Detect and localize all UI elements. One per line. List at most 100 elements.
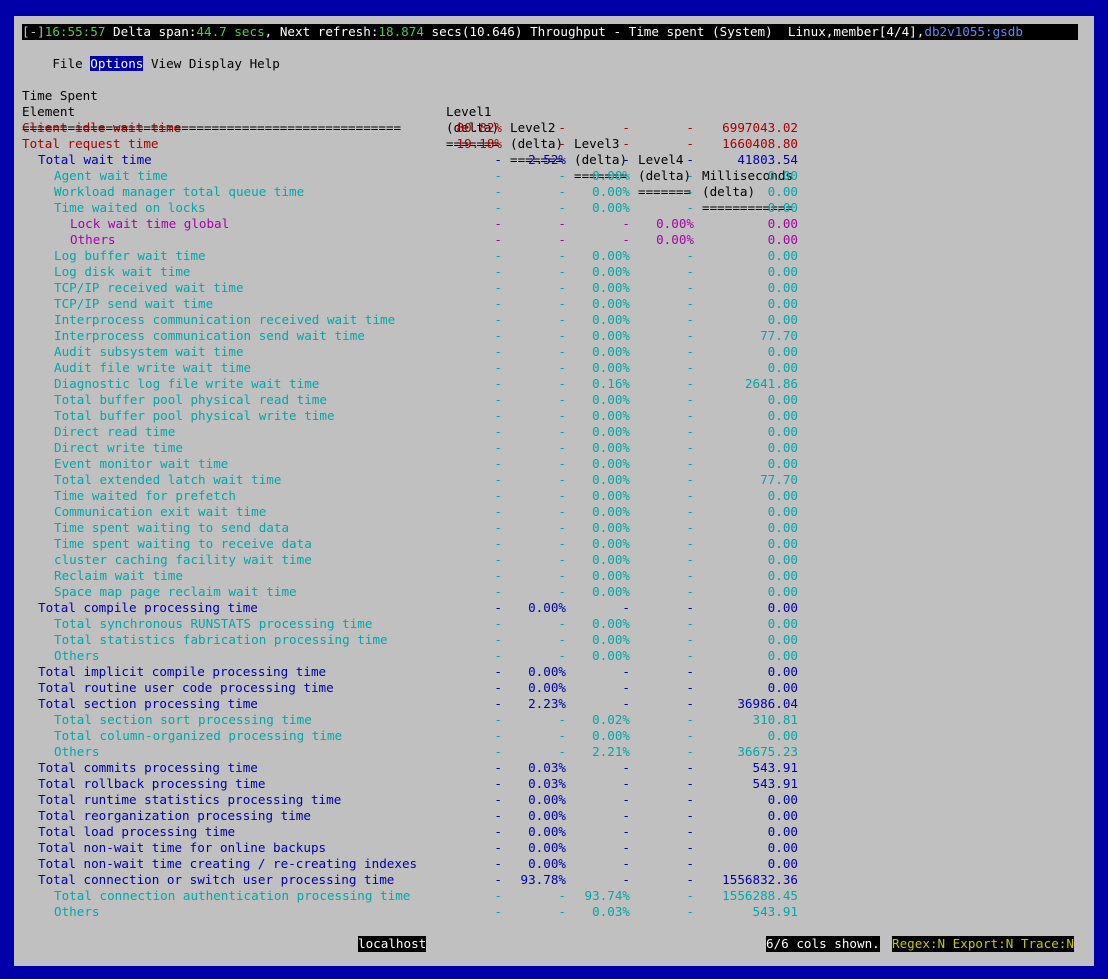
table-row[interactable]: Total request time 19.18% - - - 1660408.80: [22, 136, 822, 152]
level4-value: -: [686, 856, 694, 871]
table-row[interactable]: Total section processing time - 2.23% - - 369…: [22, 696, 822, 712]
metric-name: Others: [54, 904, 100, 919]
table-row[interactable]: Direct write time - - 0.00% - 0.00: [22, 440, 822, 456]
level3-value: -: [622, 680, 630, 695]
table-row[interactable]: cluster caching facility wait time - - 0.00…: [22, 552, 822, 568]
milliseconds-value: 543.91: [752, 904, 799, 919]
table-row[interactable]: Total connection authentication processi…: [22, 888, 822, 904]
level1-value: -: [494, 488, 502, 503]
level3-value: -: [622, 664, 630, 679]
table-row[interactable]: Total non-wait time creating / re-creati…: [22, 856, 822, 872]
level1-value: -: [494, 536, 502, 551]
table-row[interactable]: Total connection or switch user processi…: [22, 872, 822, 888]
metric-name: Total buffer pool physical read time: [54, 392, 327, 407]
table-row[interactable]: Lock wait time global - - - 0.00% 0.00: [22, 216, 822, 232]
level3-value: 0.00%: [592, 552, 630, 567]
table-row[interactable]: Direct read time - - 0.00% - 0.00: [22, 424, 822, 440]
table-row[interactable]: Diagnostic log file write wait time - - 0.1…: [22, 376, 822, 392]
table-row[interactable]: Total non-wait time for online backups - 0…: [22, 840, 822, 856]
table-row[interactable]: Total implicit compile processing time - 0…: [22, 664, 822, 680]
table-row[interactable]: Others - - 0.00% - 0.00: [22, 648, 822, 664]
table-row[interactable]: Time waited for prefetch - - 0.00% - 0.00: [22, 488, 822, 504]
table-row[interactable]: Agent wait time - - 0.00% - 0.00: [22, 168, 822, 184]
level4-value: 0.00%: [656, 216, 694, 231]
table-row[interactable]: Others - - 2.21% - 36675.23: [22, 744, 822, 760]
table-row[interactable]: Interprocess communication send wait tim…: [22, 328, 822, 344]
table-row[interactable]: TCP/IP received wait time - - 0.00% - 0.00: [22, 280, 822, 296]
milliseconds-value: 1660408.80: [722, 136, 798, 151]
table-row[interactable]: Client idle wait time 80.82% - - - 6997043.02: [22, 120, 822, 136]
table-row[interactable]: Space map page reclaim wait time - - 0.00% -…: [22, 584, 822, 600]
level1-value: -: [494, 808, 502, 823]
level4-value: -: [686, 616, 694, 631]
table-row[interactable]: Communication exit wait time - - 0.00% - 0.00: [22, 504, 822, 520]
table-row[interactable]: Total routine user code processing time -…: [22, 680, 822, 696]
table-row[interactable]: Workload manager total queue time - - 0.00%…: [22, 184, 822, 200]
table-row[interactable]: Total extended latch wait time - - 0.00% - 77…: [22, 472, 822, 488]
table-row[interactable]: Total commits processing time - 0.03% - - 543…: [22, 760, 822, 776]
window-control-icon[interactable]: [-]: [22, 24, 45, 39]
table-row[interactable]: Audit subsystem wait time - - 0.00% - 0.00: [22, 344, 822, 360]
milliseconds-value: 310.81: [752, 712, 799, 727]
level1-value: -: [494, 776, 502, 791]
level4-value: -: [686, 168, 694, 183]
table-row[interactable]: Reclaim wait time - - 0.00% - 0.00: [22, 568, 822, 584]
table-row[interactable]: Interprocess communication received wait…: [22, 312, 822, 328]
table-row[interactable]: Time waited on locks - - 0.00% - 0.00: [22, 200, 822, 216]
table-row[interactable]: Total buffer pool physical read time - - 0.…: [22, 392, 822, 408]
milliseconds-value: 2641.86: [744, 376, 798, 391]
menu-display[interactable]: Display: [189, 56, 242, 71]
table-row[interactable]: Others - - 0.03% - 543.91: [22, 904, 822, 920]
refresh-value: 18.874: [378, 24, 424, 39]
table-row[interactable]: TCP/IP send wait time - - 0.00% - 0.00: [22, 296, 822, 312]
metric-name: Time waited on locks: [54, 200, 206, 215]
level1-value: -: [494, 264, 502, 279]
column-header-row-1: Time Spent Level1 Level2 Level3 Level4 M…: [22, 72, 822, 183]
terminal-window: [-]16:55:57 Delta span:44.7 secs, Next r…: [14, 16, 1108, 966]
table-row[interactable]: Time spent waiting to send data - - 0.00% - 0…: [22, 520, 822, 536]
level1-value: -: [494, 792, 502, 807]
metric-name: Audit file write wait time: [54, 360, 252, 375]
level1-value: -: [494, 600, 502, 615]
level4-value: -: [686, 792, 694, 807]
table-row[interactable]: Total rollback processing time - 0.03% - - 54…: [22, 776, 822, 792]
table-row[interactable]: Event monitor wait time - - 0.00% - 0.00: [22, 456, 822, 472]
table-row[interactable]: Log disk wait time - - 0.00% - 0.00: [22, 264, 822, 280]
table-row[interactable]: Others - - - 0.00% 0.00: [22, 232, 822, 248]
milliseconds-value: 0.00: [767, 456, 798, 471]
table-row[interactable]: Total compile processing time - 0.00% - - 0.0…: [22, 600, 822, 616]
table-row[interactable]: Log buffer wait time - - 0.00% - 0.00: [22, 248, 822, 264]
table-row[interactable]: Total load processing time - 0.00% - - 0.00: [22, 824, 822, 840]
milliseconds-value: 0.00: [767, 248, 798, 263]
table-row[interactable]: Total section sort processing time - - 0.02…: [22, 712, 822, 728]
menu-view[interactable]: View: [151, 56, 181, 71]
table-row[interactable]: Total buffer pool physical write time - - 0…: [22, 408, 822, 424]
menu-options[interactable]: Options: [90, 56, 144, 71]
milliseconds-value: 0.00: [767, 200, 798, 215]
table-row[interactable]: Total synchronous RUNSTATS processing ti…: [22, 616, 822, 632]
table-row[interactable]: Total column-organized processing time - -…: [22, 728, 822, 744]
table-row[interactable]: Audit file write wait time - - 0.00% - 0.00: [22, 360, 822, 376]
milliseconds-value: 0.00: [767, 280, 798, 295]
metric-name: Total rollback processing time: [38, 776, 266, 791]
milliseconds-value: 0.00: [767, 728, 798, 743]
level2-value: 0.00%: [528, 600, 566, 615]
level1-value: -: [494, 440, 502, 455]
menu-help[interactable]: Help: [250, 56, 280, 71]
level2-value: -: [558, 248, 566, 263]
level3-value: 0.00%: [592, 200, 630, 215]
table-row[interactable]: Total statistics fabrication processing …: [22, 632, 822, 648]
table-row[interactable]: Time spent waiting to receive data - - 0.00…: [22, 536, 822, 552]
level4-value: -: [686, 888, 694, 903]
menu-file[interactable]: File: [52, 56, 82, 71]
level2-value: -: [558, 712, 566, 727]
metric-name: Client idle wait time: [22, 120, 182, 135]
table-row[interactable]: Total wait time - 2.52% - - 41803.54: [22, 152, 822, 168]
level1-value: -: [494, 696, 502, 711]
level2-value: 0.03%: [528, 760, 566, 775]
level1-value: -: [494, 888, 502, 903]
level1-value: -: [494, 392, 502, 407]
table-row[interactable]: Total runtime statistics processing time…: [22, 792, 822, 808]
level3-value: 0.00%: [592, 584, 630, 599]
table-row[interactable]: Total reorganization processing time - 0.0…: [22, 808, 822, 824]
